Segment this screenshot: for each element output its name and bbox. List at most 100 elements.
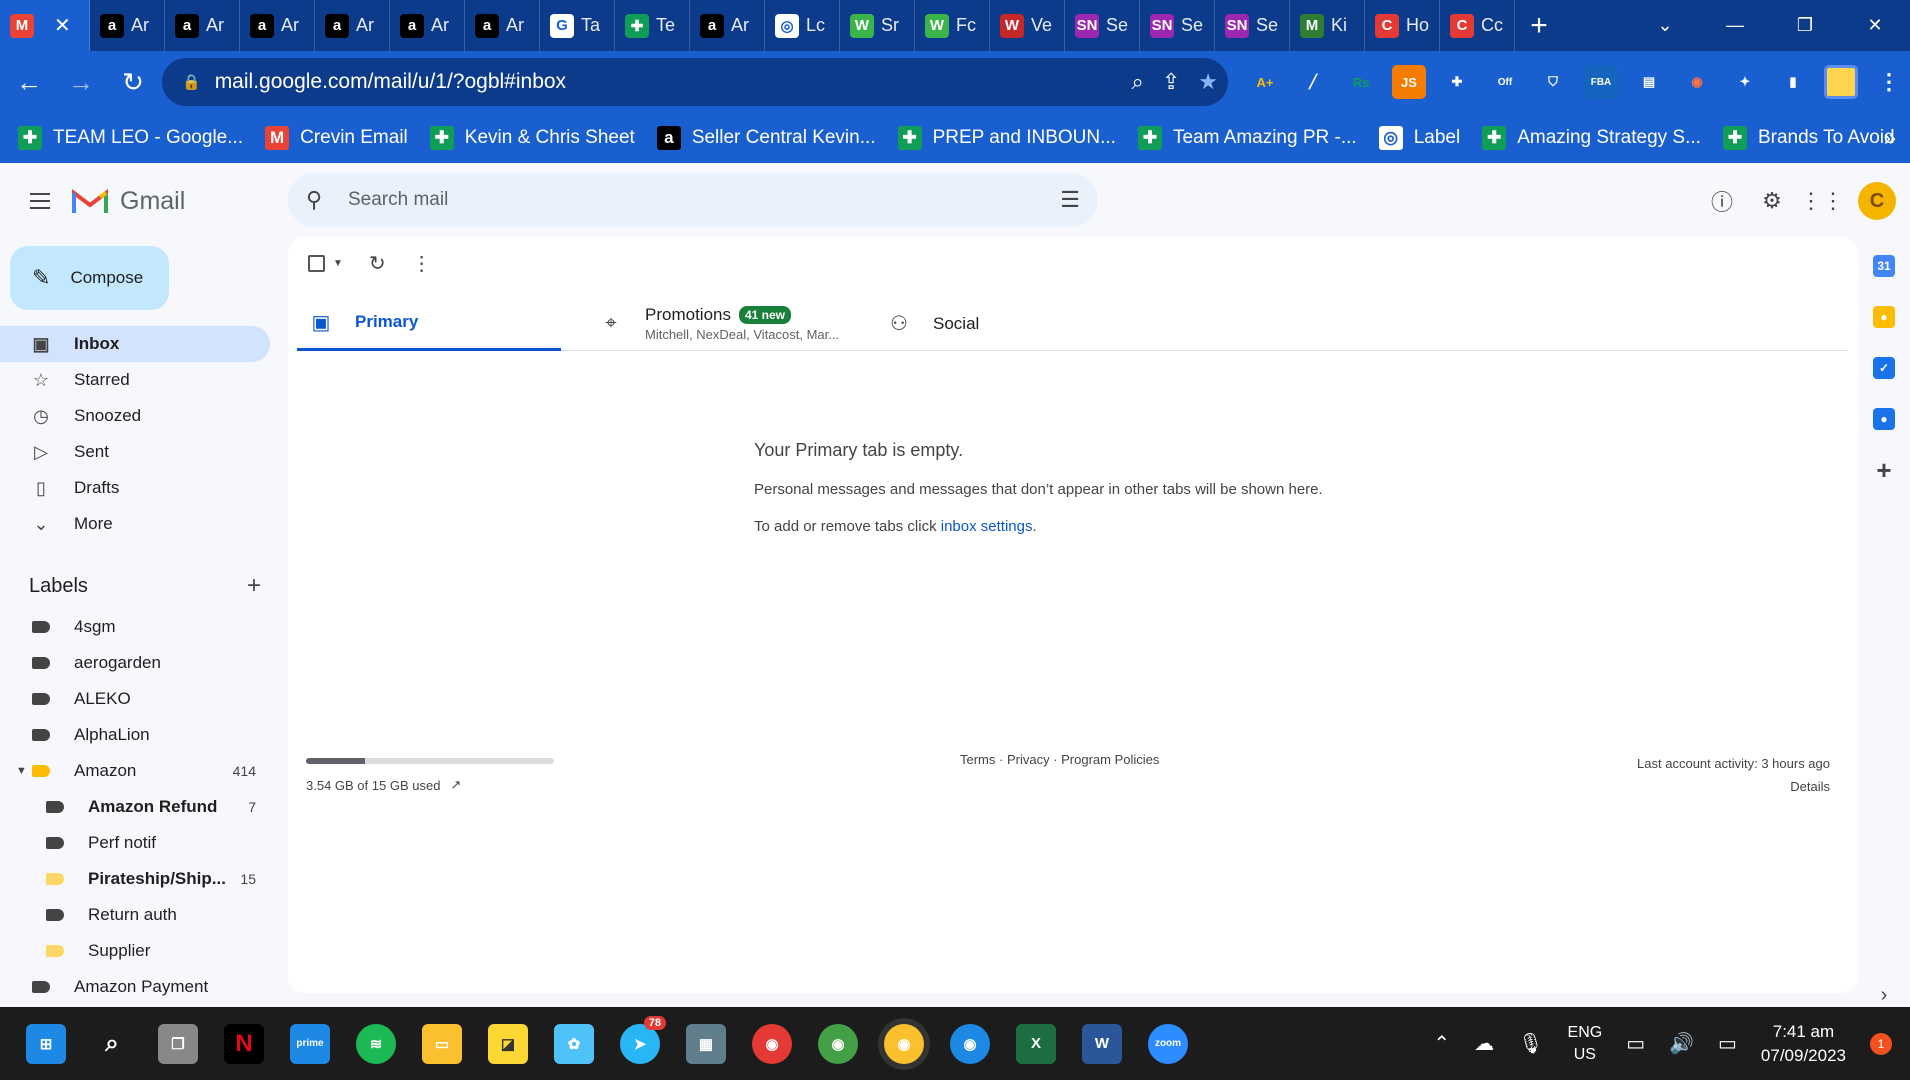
browser-tab[interactable]: SN Se (1140, 0, 1215, 51)
nav-item-sent[interactable]: ▷ Sent (0, 434, 270, 470)
create-label-button[interactable]: + (247, 572, 261, 600)
battery-icon[interactable]: ▭ (1718, 1031, 1737, 1056)
browser-tab[interactable]: a Ar (315, 0, 390, 51)
account-avatar[interactable]: C (1858, 182, 1896, 220)
onedrive-error-icon[interactable]: ☁ (1474, 1031, 1494, 1056)
forward-button[interactable]: → (58, 59, 104, 105)
excel-icon[interactable]: X (1016, 1023, 1056, 1064)
gmail-logo[interactable]: Gmail (72, 183, 185, 219)
chrome-alt-icon[interactable]: ◉ (950, 1023, 990, 1064)
browser-tab[interactable]: ✚ Te (615, 0, 690, 51)
browser-tab[interactable]: C Ho (1365, 0, 1440, 51)
nav-item-starred[interactable]: ☆ Starred (0, 362, 270, 398)
external-link-icon[interactable]: ↗ (450, 777, 461, 793)
browser-tab[interactable]: a Ar (465, 0, 540, 51)
address-bar[interactable]: 🔒 mail.google.com/mail/u/1/?ogbl#inbox ⌕… (162, 58, 1228, 106)
keep-icon[interactable]: ● (1873, 306, 1895, 328)
shield-extension-icon[interactable]: ⛉ (1536, 65, 1570, 99)
browser-tab[interactable]: SN Se (1215, 0, 1290, 51)
bookmark-item[interactable]: ✚ Brands To Avoid (1722, 126, 1895, 150)
tab-search-icon[interactable]: ⌄ (1630, 0, 1700, 51)
help-icon[interactable]: ⓘ (1708, 187, 1736, 215)
browser-tab[interactable]: a Ar (165, 0, 240, 51)
netflix-icon[interactable]: N (224, 1023, 264, 1064)
fba-extension-icon[interactable]: FBA (1584, 65, 1618, 99)
browser-tab[interactable]: W Fc (915, 0, 990, 51)
cross-extension-icon[interactable]: ✚ (1440, 65, 1474, 99)
bookmark-item[interactable]: M Crevin Email (265, 126, 408, 150)
search-bar[interactable]: ⚲ Search mail ☰ (288, 173, 1098, 227)
nav-item-inbox[interactable]: ▣ Inbox (0, 326, 270, 362)
browser-tab[interactable]: ◎ Lc (765, 0, 840, 51)
label-item[interactable]: Amazon Refund 7 (0, 789, 270, 825)
off-extension-icon[interactable]: Off (1488, 65, 1522, 99)
side-panel-icon[interactable]: ▮ (1776, 65, 1810, 99)
browser-tab[interactable]: a Ar (240, 0, 315, 51)
volume-icon[interactable]: 🔊 (1669, 1031, 1694, 1056)
search-input[interactable]: Search mail (348, 189, 448, 211)
show-hidden-icons-chevron[interactable]: ⌃ (1433, 1031, 1450, 1056)
spotify-icon[interactable]: ≋ (356, 1023, 396, 1064)
contacts-icon[interactable]: ● (1873, 408, 1895, 430)
bookmark-star-icon[interactable]: ★ (1198, 69, 1218, 95)
inbox-settings-link[interactable]: inbox settings (941, 518, 1033, 535)
chrome-icon[interactable]: ◉ (752, 1023, 792, 1064)
pen-extension-icon[interactable]: ╱ (1296, 65, 1330, 99)
new-tab-button[interactable]: + (1515, 0, 1563, 51)
tab-promotions[interactable]: ⌖ Promotions 41 new Mitchell, NexDeal, V… (587, 296, 839, 351)
minimize-button[interactable]: — (1700, 0, 1770, 51)
back-button[interactable]: ← (6, 59, 52, 105)
search-taskbar-icon[interactable]: ⌕ (92, 1024, 132, 1064)
browser-tab[interactable]: G Ta (540, 0, 615, 51)
nav-item-drafts[interactable]: ▯ Drafts (0, 470, 270, 506)
file-explorer-icon[interactable]: ▭ (422, 1023, 462, 1064)
label-item[interactable]: Amazon Payment (0, 969, 270, 1005)
select-dropdown-icon[interactable]: ▼ (333, 258, 343, 269)
search-options-icon[interactable]: ☰ (1060, 187, 1080, 213)
privacy-link[interactable]: Privacy (1007, 752, 1050, 767)
label-item[interactable]: Pirateship/Ship... 15 (0, 861, 270, 897)
bookmark-item[interactable]: ✚ Kevin & Chris Sheet (429, 126, 635, 150)
hide-panel-chevron-icon[interactable]: › (1881, 984, 1888, 1007)
browser-tab[interactable]: SN Se (1065, 0, 1140, 51)
language-indicator[interactable]: ENG US (1568, 1022, 1603, 1066)
bookmark-item[interactable]: ✚ Team Amazing PR -... (1137, 126, 1357, 150)
clock[interactable]: 7:41 am 07/09/2023 (1761, 1020, 1846, 1068)
browser-tab[interactable]: C Cc (1440, 0, 1515, 51)
close-window-button[interactable]: ✕ (1840, 0, 1910, 51)
expand-caret-icon[interactable]: ▼ (16, 765, 27, 777)
browser-tab[interactable]: a Ar (690, 0, 765, 51)
puzzle-extensions-icon[interactable]: ✦ (1728, 65, 1762, 99)
calculator-icon[interactable]: ▦ (686, 1023, 726, 1064)
bookmark-item[interactable]: ✚ PREP and INBOUN... (897, 126, 1116, 150)
bookmark-item[interactable]: a Seller Central Kevin... (656, 126, 876, 150)
chrome-active-icon[interactable]: ◉ (884, 1023, 924, 1064)
reload-button[interactable]: ↻ (110, 59, 156, 105)
nav-item-snoozed[interactable]: ◷ Snoozed (0, 398, 270, 434)
tab-social[interactable]: ⚇ Social (875, 296, 979, 351)
scout-extension-icon[interactable]: A+ (1248, 65, 1282, 99)
browser-tab[interactable]: a Ar (390, 0, 465, 51)
tasks-icon[interactable]: ✓ (1873, 357, 1895, 379)
label-item[interactable]: 4sgm (0, 609, 270, 645)
label-item[interactable]: Supplier (0, 933, 270, 969)
network-icon[interactable]: ▭ (1626, 1031, 1645, 1056)
restore-button[interactable]: ❐ (1770, 0, 1840, 51)
close-tab-icon[interactable]: ✕ (54, 13, 71, 38)
share-icon[interactable]: ⇪ (1162, 69, 1180, 95)
bookmark-item[interactable]: ✚ Amazing Strategy S... (1482, 126, 1701, 150)
settings-gear-icon[interactable]: ⚙ (1758, 187, 1786, 215)
browser-tab[interactable]: a Ar (90, 0, 165, 51)
label-item[interactable]: Return auth (0, 897, 270, 933)
bookmark-item[interactable]: ◎ Label (1378, 126, 1460, 150)
prime-video-icon[interactable]: prime (290, 1023, 330, 1064)
zoom-icon[interactable]: zoom (1148, 1023, 1188, 1064)
main-menu-button[interactable] (22, 183, 58, 219)
url-text[interactable]: mail.google.com/mail/u/1/?ogbl#inbox (215, 70, 566, 94)
label-item[interactable]: Perf notif (0, 825, 270, 861)
js-extension-icon[interactable]: JS (1392, 65, 1426, 99)
tab-primary[interactable]: ▣ Primary (297, 296, 561, 351)
label-item[interactable]: aerogarden (0, 645, 270, 681)
select-all-checkbox[interactable] (308, 255, 325, 272)
task-view-icon[interactable]: ❐ (158, 1023, 198, 1064)
